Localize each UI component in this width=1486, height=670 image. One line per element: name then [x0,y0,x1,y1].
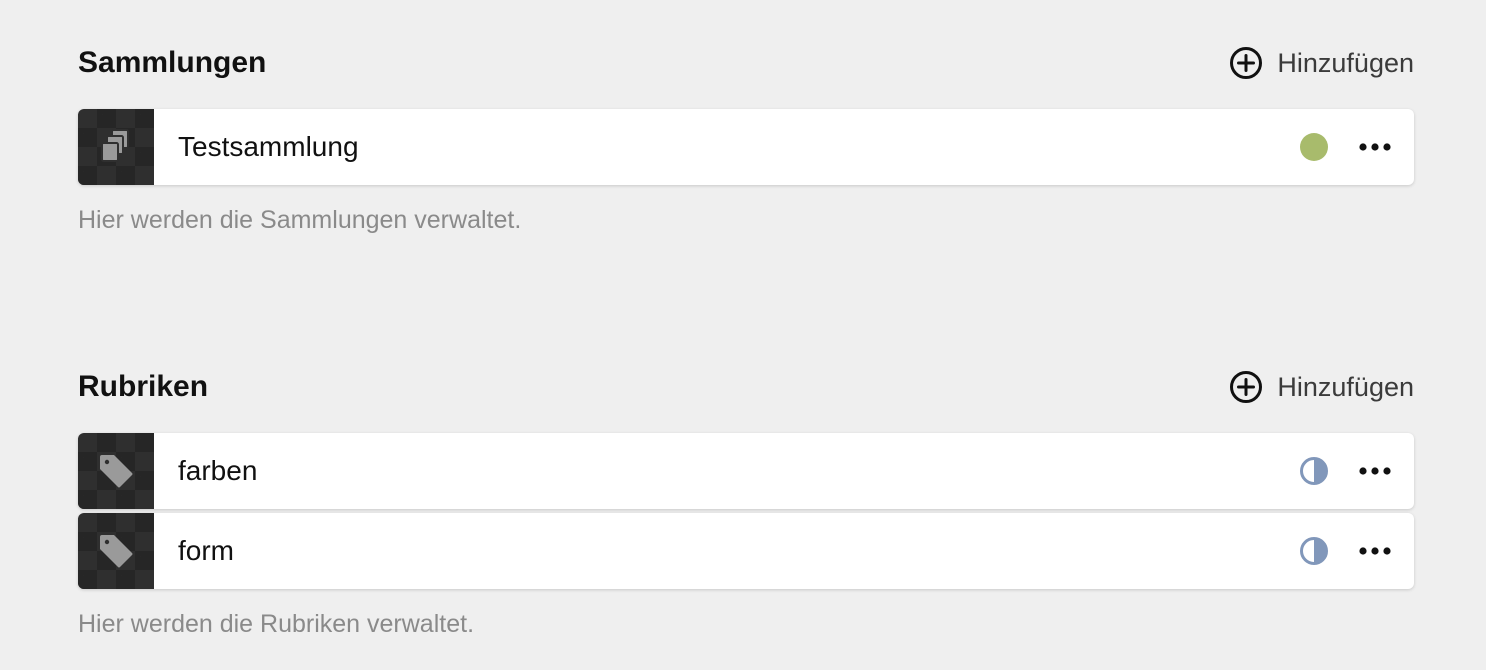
status-dot-icon[interactable] [1300,133,1328,161]
half-circle-status-icon[interactable] [1300,537,1328,565]
half-circle-status-icon[interactable] [1300,457,1328,485]
collections-header: Sammlungen Hinzufügen [78,43,1414,83]
collections-help-text: Hier werden die Sammlungen verwaltet. [78,206,522,234]
add-rubric-button[interactable]: Hinzufügen [1229,367,1414,407]
rubrics-help-text: Hier werden die Rubriken verwaltet. [78,610,475,638]
collection-icon [101,129,129,162]
collection-row[interactable]: Testsammlung [78,109,1414,185]
rubric-label: farben [178,455,258,486]
more-options-icon[interactable] [1358,133,1392,161]
rubrics-section: Rubriken Hinzufügen farben form Hier wer… [78,367,1414,641]
rubrics-list: farben form [78,433,1414,589]
rubrics-header: Rubriken Hinzufügen [78,367,1414,407]
plus-circle-icon [1230,371,1263,403]
rubrics-title: Rubriken [78,370,209,403]
tag-icon [100,535,133,568]
more-options-icon[interactable] [1358,457,1392,485]
collections-list: Testsammlung [78,109,1414,185]
rubric-label: form [178,535,234,566]
add-collection-label: Hinzufügen [1277,48,1414,78]
rubric-thumbnail [78,433,154,509]
collection-label: Testsammlung [178,131,359,162]
add-rubric-label: Hinzufügen [1277,372,1414,402]
collection-thumbnail [78,109,154,185]
more-options-icon[interactable] [1358,537,1392,565]
rubric-row[interactable]: farben [78,433,1414,509]
tag-icon [100,455,133,488]
rubric-thumbnail [78,513,154,589]
collections-section: Sammlungen Hinzufügen Testsammlung Hier … [78,43,1414,237]
plus-circle-icon [1230,47,1263,79]
add-collection-button[interactable]: Hinzufügen [1229,43,1414,83]
collections-title: Sammlungen [78,46,267,79]
rubric-row[interactable]: form [78,513,1414,589]
